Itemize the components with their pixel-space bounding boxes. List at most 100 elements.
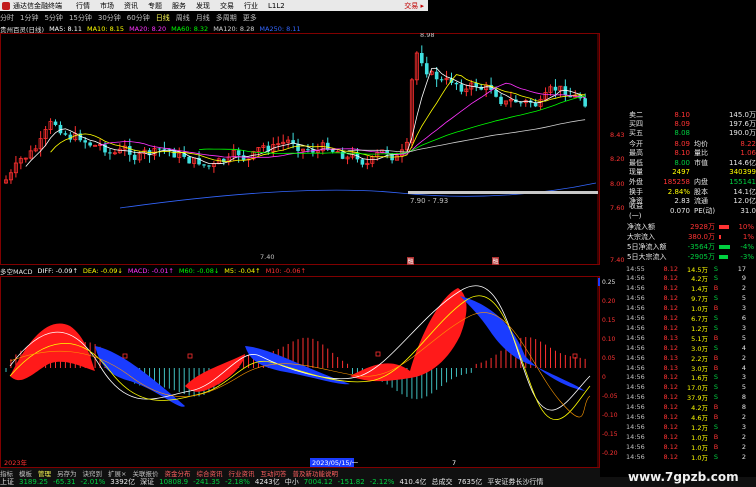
tick-price: 8.13 bbox=[663, 363, 678, 372]
fund-flow-bar bbox=[719, 245, 730, 249]
period-tab[interactable]: 60分钟 bbox=[127, 13, 150, 23]
tick-direction: S bbox=[713, 294, 719, 303]
ma-line bbox=[347, 119, 586, 153]
tick-direction: S bbox=[713, 264, 719, 273]
bottom-tab[interactable]: 关联报价 bbox=[132, 468, 158, 478]
tick-volume: 5.1万 bbox=[691, 334, 708, 343]
tick-volume: 1.6万 bbox=[691, 374, 708, 383]
marker-label: 融 bbox=[408, 258, 414, 266]
tick-count: 8 bbox=[741, 393, 746, 402]
bottom-tab[interactable]: 指标 bbox=[0, 468, 13, 478]
menu-item[interactable]: 发现 bbox=[196, 1, 210, 11]
bottom-tab[interactable]: 互动问答 bbox=[260, 468, 286, 478]
tick-price: 8.12 bbox=[663, 373, 678, 382]
quote-label-2: 内盘 bbox=[694, 177, 709, 186]
tick-price: 8.12 bbox=[663, 442, 678, 451]
tick-price: 8.12 bbox=[663, 413, 678, 421]
menu-item[interactable]: 资讯 bbox=[124, 1, 138, 11]
macd-legend-item: M60: -0.08↓ bbox=[178, 266, 220, 275]
macd-axis-label: 0.25 bbox=[602, 279, 616, 286]
status-item: 7004.12 bbox=[303, 478, 333, 486]
quote-label-2: 均价 bbox=[694, 139, 709, 148]
price-axis-label: 8.43 bbox=[610, 131, 625, 139]
bottom-tab[interactable]: 另存为 bbox=[57, 468, 77, 478]
period-tab[interactable]: 日线 bbox=[156, 13, 170, 23]
candle-body bbox=[132, 154, 137, 160]
tick-row: 14:56 8.12 9.7万 S 5 bbox=[626, 294, 756, 303]
candle-body bbox=[494, 89, 498, 97]
period-tab[interactable]: 5分钟 bbox=[44, 13, 62, 23]
tick-count: 5 bbox=[741, 383, 746, 392]
status-item: 平安证券长沙行情 bbox=[487, 478, 544, 486]
menu-item[interactable]: 专题 bbox=[148, 1, 162, 11]
bottom-tab[interactable]: 扩展× bbox=[108, 468, 126, 478]
kline-chart[interactable]: 7.90 - 7.93 8.98 7.40 融 融 bbox=[0, 33, 600, 265]
tick-direction: S bbox=[713, 274, 719, 283]
status-item: 3392亿 bbox=[110, 478, 136, 486]
tick-direction: B bbox=[713, 363, 719, 372]
chart-frame bbox=[0, 33, 600, 265]
bottom-tab[interactable]: 资金分布 bbox=[164, 468, 190, 478]
tick-volume: 1.0万 bbox=[691, 433, 708, 442]
menu-item[interactable]: 服务 bbox=[172, 1, 186, 11]
tick-row: 14:56 8.12 3.0万 S 4 bbox=[626, 343, 756, 353]
status-item: 3189.25 bbox=[19, 478, 48, 486]
period-tab[interactable]: 30分钟 bbox=[98, 13, 121, 23]
macd-axis-label: 0.15 bbox=[602, 317, 616, 324]
app-logo-icon bbox=[2, 1, 10, 10]
period-tab[interactable]: 周线 bbox=[176, 13, 190, 23]
bottom-tab[interactable]: 管理 bbox=[38, 468, 51, 478]
tick-time: 14:56 bbox=[626, 452, 645, 461]
candle-body bbox=[127, 146, 132, 155]
bottom-tab[interactable]: 诀窍到 bbox=[83, 468, 103, 478]
tick-price: 8.12 bbox=[663, 314, 678, 322]
tick-row: 14:56 8.12 37.9万 S 8 bbox=[626, 393, 756, 402]
tick-time: 14:56 bbox=[626, 314, 645, 322]
tick-volume: 4.2万 bbox=[691, 404, 708, 413]
fund-flow-row: 5日净流入额 -3564万 -4% bbox=[627, 242, 756, 252]
candle-body bbox=[202, 164, 206, 166]
tick-price: 8.12 bbox=[663, 323, 678, 332]
bottom-tab[interactable]: 模板 bbox=[19, 468, 32, 478]
candle-body bbox=[236, 150, 241, 156]
fund-flow-label: 5日大宗流入 bbox=[627, 253, 667, 261]
quote-label: 最低 bbox=[629, 158, 643, 167]
period-tab[interactable]: 更多 bbox=[243, 13, 257, 23]
macd-band bbox=[10, 323, 95, 381]
period-tab[interactable]: 1分钟 bbox=[20, 13, 38, 23]
bottom-tabs: 指标 模板 管理 另存为 诀窍到 扩展× 关联报价 资金分布 综合资讯 行业资讯 互动问答 普及新功能… bbox=[0, 468, 600, 478]
period-tab[interactable]: 多周期 bbox=[216, 13, 237, 23]
candle-body bbox=[459, 84, 464, 92]
period-tab[interactable]: 分时 bbox=[0, 13, 14, 23]
macd-band bbox=[350, 288, 467, 382]
menu-item[interactable]: 交易 bbox=[220, 1, 234, 11]
fund-flow-value: -2905万 bbox=[687, 253, 715, 261]
macd-legend: 多空MACD DIFF: -0.09↑ DEA: -0.09↓ MACD: -0.0… bbox=[0, 266, 600, 276]
tick-time: 14:56 bbox=[626, 393, 645, 402]
menu-item[interactable]: 市场 bbox=[100, 1, 114, 11]
macd-legend-item: M10: -0.06↑ bbox=[265, 266, 306, 275]
menu-item[interactable]: L1L2 bbox=[268, 2, 285, 10]
tick-volume: 9.7万 bbox=[691, 295, 708, 304]
tick-count: 4 bbox=[741, 343, 746, 352]
macd-legend-item: M5: -0.04↑ bbox=[224, 266, 261, 275]
status-item: -2.01% bbox=[80, 478, 106, 486]
quote-value-2: 14.1亿 bbox=[733, 187, 756, 196]
candle-body bbox=[63, 133, 68, 135]
time-axis: 2023年 2023/05/15/一 7 bbox=[4, 458, 456, 467]
bottom-tab[interactable]: 普及新功能说明 bbox=[292, 468, 338, 478]
candle-body bbox=[207, 165, 211, 167]
menu-item[interactable]: 行业 bbox=[244, 1, 258, 11]
tick-count: 3 bbox=[741, 323, 746, 332]
bottom-tab[interactable]: 综合资讯 bbox=[196, 468, 222, 478]
macd-axis-label: -0.15 bbox=[602, 431, 618, 438]
main-menu: 行情 市场 资讯 专题 服务 发现 交易 行业 L1L2 bbox=[76, 1, 295, 11]
bottom-tab[interactable]: 行业资讯 bbox=[228, 468, 254, 478]
trade-button[interactable]: 交易 ▸ bbox=[404, 1, 424, 11]
period-tab[interactable]: 月线 bbox=[196, 13, 210, 23]
macd-chart[interactable]: 2023年 2023/05/15/一 7 bbox=[0, 276, 600, 468]
tick-count: 3 bbox=[741, 373, 746, 382]
menu-item[interactable]: 行情 bbox=[76, 1, 90, 11]
period-tab[interactable]: 15分钟 bbox=[69, 13, 92, 23]
tick-volume: 1.0万 bbox=[691, 453, 708, 462]
